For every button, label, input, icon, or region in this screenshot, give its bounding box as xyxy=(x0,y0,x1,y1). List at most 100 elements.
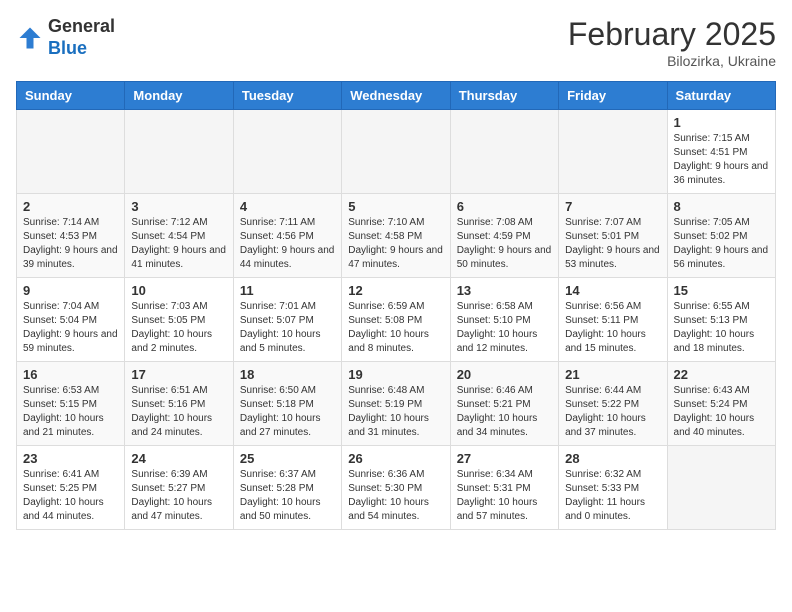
day-number: 3 xyxy=(131,199,226,214)
day-number: 21 xyxy=(565,367,660,382)
day-number: 20 xyxy=(457,367,552,382)
calendar-cell: 8 Sunrise: 7:05 AM Sunset: 5:02 PM Daylig… xyxy=(667,194,775,278)
calendar-cell: 28 Sunrise: 6:32 AM Sunset: 5:33 PM Dayli… xyxy=(559,446,667,530)
day-number: 14 xyxy=(565,283,660,298)
calendar-cell: 18 Sunrise: 6:50 AM Sunset: 5:18 PM Dayli… xyxy=(233,362,341,446)
day-info: Sunrise: 6:32 AM Sunset: 5:33 PM Dayligh… xyxy=(565,468,660,524)
calendar-cell: 12Sunrise: 6:59 AM Sunset: 5:08 PM Dayli… xyxy=(342,278,450,362)
day-number: 15 xyxy=(674,283,769,298)
day-number: 6 xyxy=(457,199,552,214)
weekday-header-tuesday: Tuesday xyxy=(233,82,341,110)
day-info: Sunrise: 7:03 AM Sunset: 5:05 PM Dayligh… xyxy=(131,300,226,356)
calendar-cell: 4 Sunrise: 7:11 AM Sunset: 4:56 PM Daylig… xyxy=(233,194,341,278)
day-info: Sunrise: 7:15 AM Sunset: 4:51 PM Dayligh… xyxy=(674,132,769,188)
logo-icon xyxy=(16,24,44,52)
day-info: Sunrise: 6:41 AM Sunset: 5:25 PM Dayligh… xyxy=(23,468,118,524)
day-info: Sunrise: 6:44 AM Sunset: 5:22 PM Dayligh… xyxy=(565,384,660,440)
calendar-cell: 20 Sunrise: 6:46 AM Sunset: 5:21 PM Dayli… xyxy=(450,362,558,446)
calendar-cell: 13 Sunrise: 6:58 AM Sunset: 5:10 PM Dayli… xyxy=(450,278,558,362)
day-info: Sunrise: 6:58 AM Sunset: 5:10 PM Dayligh… xyxy=(457,300,552,356)
day-number: 22 xyxy=(674,367,769,382)
day-info: Sunrise: 7:08 AM Sunset: 4:59 PM Dayligh… xyxy=(457,216,552,272)
day-number: 8 xyxy=(674,199,769,214)
calendar-cell: 19 Sunrise: 6:48 AM Sunset: 5:19 PM Dayli… xyxy=(342,362,450,446)
calendar-cell: 22 Sunrise: 6:43 AM Sunset: 5:24 PM Dayli… xyxy=(667,362,775,446)
weekday-header-wednesday: Wednesday xyxy=(342,82,450,110)
day-number: 19 xyxy=(348,367,443,382)
calendar-cell: 25 Sunrise: 6:37 AM Sunset: 5:28 PM Dayli… xyxy=(233,446,341,530)
day-number: 25 xyxy=(240,451,335,466)
calendar-cell: 10 Sunrise: 7:03 AM Sunset: 5:05 PM Dayli… xyxy=(125,278,233,362)
day-number: 1 xyxy=(674,115,769,130)
logo-blue: Blue xyxy=(48,38,87,58)
calendar-cell: 24 Sunrise: 6:39 AM Sunset: 5:27 PM Dayli… xyxy=(125,446,233,530)
day-number: 10 xyxy=(131,283,226,298)
day-info: Sunrise: 6:48 AM Sunset: 5:19 PM Dayligh… xyxy=(348,384,443,440)
weekday-header-monday: Monday xyxy=(125,82,233,110)
day-info: Sunrise: 6:53 AM Sunset: 5:15 PM Dayligh… xyxy=(23,384,118,440)
day-info: Sunrise: 6:55 AM Sunset: 5:13 PM Dayligh… xyxy=(674,300,769,356)
calendar-cell: 27 Sunrise: 6:34 AM Sunset: 5:31 PM Dayli… xyxy=(450,446,558,530)
calendar-cell: 7 Sunrise: 7:07 AM Sunset: 5:01 PM Daylig… xyxy=(559,194,667,278)
day-info: Sunrise: 6:34 AM Sunset: 5:31 PM Dayligh… xyxy=(457,468,552,524)
day-number: 11 xyxy=(240,283,335,298)
day-number: 9 xyxy=(23,283,118,298)
calendar-cell xyxy=(17,110,125,194)
day-number: 7 xyxy=(565,199,660,214)
calendar-cell: 14 Sunrise: 6:56 AM Sunset: 5:11 PM Dayli… xyxy=(559,278,667,362)
day-number: 17 xyxy=(131,367,226,382)
month-title: February 2025 xyxy=(568,16,776,53)
calendar-week-row: 9Sunrise: 7:04 AM Sunset: 5:04 PM Daylig… xyxy=(17,278,776,362)
calendar-cell: 15 Sunrise: 6:55 AM Sunset: 5:13 PM Dayli… xyxy=(667,278,775,362)
calendar-cell: 21 Sunrise: 6:44 AM Sunset: 5:22 PM Dayli… xyxy=(559,362,667,446)
weekday-header-sunday: Sunday xyxy=(17,82,125,110)
calendar-cell xyxy=(342,110,450,194)
day-info: Sunrise: 6:37 AM Sunset: 5:28 PM Dayligh… xyxy=(240,468,335,524)
day-info: Sunrise: 6:43 AM Sunset: 5:24 PM Dayligh… xyxy=(674,384,769,440)
day-number: 16 xyxy=(23,367,118,382)
day-info: Sunrise: 7:05 AM Sunset: 5:02 PM Dayligh… xyxy=(674,216,769,272)
weekday-header-saturday: Saturday xyxy=(667,82,775,110)
day-info: Sunrise: 6:46 AM Sunset: 5:21 PM Dayligh… xyxy=(457,384,552,440)
logo-text: General Blue xyxy=(48,16,115,59)
logo: General Blue xyxy=(16,16,115,59)
logo-general: General xyxy=(48,16,115,36)
day-number: 13 xyxy=(457,283,552,298)
day-info: Sunrise: 6:50 AM Sunset: 5:18 PM Dayligh… xyxy=(240,384,335,440)
day-info: Sunrise: 7:01 AM Sunset: 5:07 PM Dayligh… xyxy=(240,300,335,356)
calendar-cell: 16 Sunrise: 6:53 AM Sunset: 5:15 PM Dayli… xyxy=(17,362,125,446)
calendar-cell: 3 Sunrise: 7:12 AM Sunset: 4:54 PM Daylig… xyxy=(125,194,233,278)
calendar-cell: 5Sunrise: 7:10 AM Sunset: 4:58 PM Daylig… xyxy=(342,194,450,278)
day-number: 12 xyxy=(348,283,443,298)
calendar-week-row: 1 Sunrise: 7:15 AM Sunset: 4:51 PM Daylig… xyxy=(17,110,776,194)
day-number: 28 xyxy=(565,451,660,466)
calendar-week-row: 2Sunrise: 7:14 AM Sunset: 4:53 PM Daylig… xyxy=(17,194,776,278)
calendar-cell: 9Sunrise: 7:04 AM Sunset: 5:04 PM Daylig… xyxy=(17,278,125,362)
day-info: Sunrise: 7:07 AM Sunset: 5:01 PM Dayligh… xyxy=(565,216,660,272)
day-number: 24 xyxy=(131,451,226,466)
page-header: General Blue February 2025 Bilozirka, Uk… xyxy=(16,16,776,69)
calendar-week-row: 23Sunrise: 6:41 AM Sunset: 5:25 PM Dayli… xyxy=(17,446,776,530)
day-number: 27 xyxy=(457,451,552,466)
day-info: Sunrise: 7:14 AM Sunset: 4:53 PM Dayligh… xyxy=(23,216,118,272)
calendar-cell xyxy=(450,110,558,194)
title-block: February 2025 Bilozirka, Ukraine xyxy=(568,16,776,69)
calendar-week-row: 16 Sunrise: 6:53 AM Sunset: 5:15 PM Dayli… xyxy=(17,362,776,446)
calendar-cell xyxy=(559,110,667,194)
day-info: Sunrise: 7:10 AM Sunset: 4:58 PM Dayligh… xyxy=(348,216,443,272)
calendar-cell xyxy=(125,110,233,194)
day-info: Sunrise: 6:51 AM Sunset: 5:16 PM Dayligh… xyxy=(131,384,226,440)
day-info: Sunrise: 6:56 AM Sunset: 5:11 PM Dayligh… xyxy=(565,300,660,356)
calendar-cell xyxy=(667,446,775,530)
day-number: 4 xyxy=(240,199,335,214)
weekday-header-thursday: Thursday xyxy=(450,82,558,110)
day-info: Sunrise: 7:12 AM Sunset: 4:54 PM Dayligh… xyxy=(131,216,226,272)
day-info: Sunrise: 6:36 AM Sunset: 5:30 PM Dayligh… xyxy=(348,468,443,524)
weekday-header-friday: Friday xyxy=(559,82,667,110)
weekday-header-row: SundayMondayTuesdayWednesdayThursdayFrid… xyxy=(17,82,776,110)
calendar-cell: 1 Sunrise: 7:15 AM Sunset: 4:51 PM Daylig… xyxy=(667,110,775,194)
day-number: 18 xyxy=(240,367,335,382)
day-info: Sunrise: 7:11 AM Sunset: 4:56 PM Dayligh… xyxy=(240,216,335,272)
day-info: Sunrise: 6:39 AM Sunset: 5:27 PM Dayligh… xyxy=(131,468,226,524)
calendar-table: SundayMondayTuesdayWednesdayThursdayFrid… xyxy=(16,81,776,530)
